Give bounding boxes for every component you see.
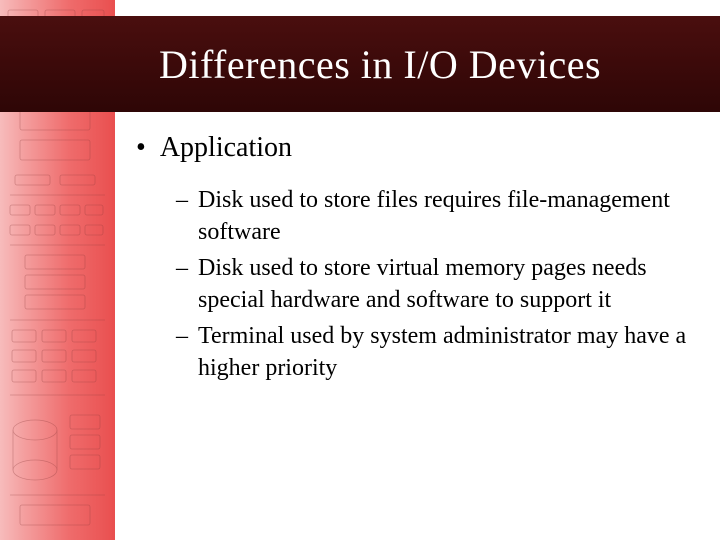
sub-item-text: Disk used to store files requires file-m… <box>198 184 688 248</box>
list-item: – Disk used to store files requires file… <box>176 184 690 248</box>
main-bullet-label: Application <box>160 130 292 166</box>
list-item: – Terminal used by system administrator … <box>176 320 690 384</box>
content-area: • Application – Disk used to store files… <box>130 130 690 388</box>
main-bullet: • Application <box>130 130 690 166</box>
dash-icon: – <box>176 184 188 216</box>
title-bar: Differences in I/O Devices <box>0 16 720 112</box>
sub-item-text: Disk used to store virtual memory pages … <box>198 252 688 316</box>
slide-title: Differences in I/O Devices <box>0 41 720 88</box>
sub-list: – Disk used to store files requires file… <box>176 184 690 384</box>
dash-icon: – <box>176 252 188 284</box>
bullet-dot-icon: • <box>136 130 146 166</box>
sub-item-text: Terminal used by system administrator ma… <box>198 320 688 384</box>
list-item: – Disk used to store virtual memory page… <box>176 252 690 316</box>
dash-icon: – <box>176 320 188 352</box>
